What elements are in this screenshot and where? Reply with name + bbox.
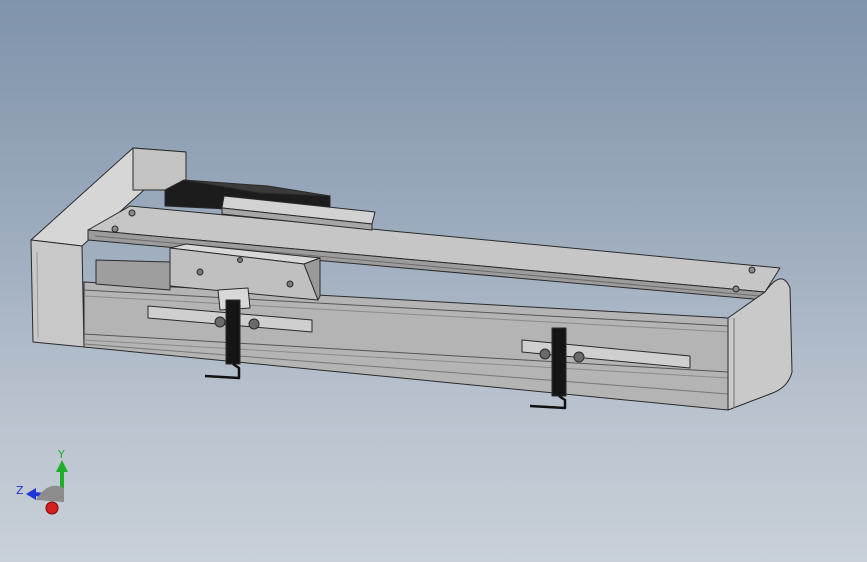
slider-screw bbox=[286, 280, 294, 288]
sensor-left-screw bbox=[248, 318, 260, 330]
sensor-left-body bbox=[225, 299, 241, 365]
sensor-left-cable bbox=[204, 362, 241, 380]
slider-screw bbox=[237, 257, 243, 263]
end-cap-right bbox=[727, 278, 793, 411]
mount-hole bbox=[748, 266, 756, 274]
mount-hole bbox=[128, 209, 136, 217]
mount-hole bbox=[111, 225, 119, 233]
mount-hole bbox=[732, 285, 740, 293]
sensor-right-screw bbox=[573, 351, 585, 363]
sensor-right-screw bbox=[539, 348, 551, 360]
slider-screw bbox=[196, 268, 204, 276]
cad-viewport[interactable]: Y Z bbox=[0, 0, 867, 562]
sensor-left-screw bbox=[214, 316, 226, 328]
sensor-right-body bbox=[551, 327, 567, 397]
linear-actuator-model[interactable] bbox=[0, 0, 867, 562]
end-block-front-face bbox=[30, 239, 85, 348]
sensor-right-cable bbox=[529, 394, 567, 410]
